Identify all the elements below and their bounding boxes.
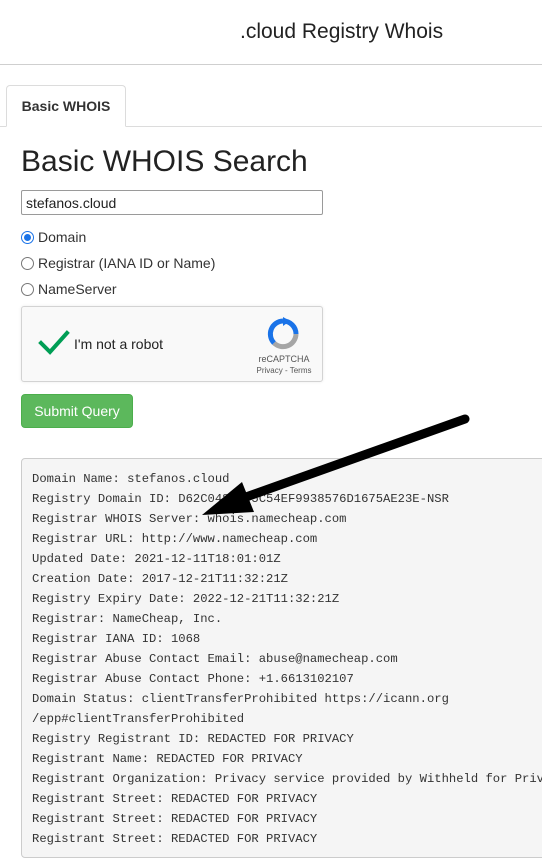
- whois-result-panel: Domain Name: stefanos.cloud Registry Doma…: [21, 458, 542, 858]
- whois-result-line: Registrant Street: REDACTED FOR PRIVACY: [32, 812, 318, 826]
- whois-result-line: Registrar Abuse Contact Email: abuse@nam…: [32, 652, 398, 666]
- page-header: .cloud Registry Whois: [0, 0, 542, 65]
- whois-result-line: Creation Date: 2017-12-21T11:32:21Z: [32, 572, 288, 586]
- whois-result-line: Registrar URL: http://www.namecheap.com: [32, 532, 318, 546]
- search-input[interactable]: [21, 190, 323, 215]
- whois-result-line: Registry Registrant ID: REDACTED FOR PRI…: [32, 732, 354, 746]
- header-title: .cloud Registry Whois: [240, 20, 444, 43]
- tab-basic-whois[interactable]: Basic WHOIS: [6, 85, 126, 127]
- whois-result-line: Registrar: NameCheap, Inc.: [32, 612, 223, 626]
- radio-nameserver[interactable]: NameServer: [21, 279, 117, 299]
- whois-result-line: Registrar IANA ID: 1068: [32, 632, 201, 646]
- radio-domain[interactable]: Domain: [21, 227, 86, 247]
- radio-domain-button[interactable]: [21, 230, 34, 244]
- whois-result-line: Updated Date: 2021-12-11T18:01:01Z: [32, 552, 281, 566]
- whois-result-lines: Domain Name: stefanos.cloud Registry Doma…: [32, 469, 542, 849]
- page-title: Basic WHOIS Search: [21, 145, 308, 178]
- recaptcha-brand: reCAPTCHA: [258, 354, 310, 364]
- checkmark-icon[interactable]: [38, 329, 70, 357]
- whois-result-line: Registrant Street: REDACTED FOR PRIVACY: [32, 792, 318, 806]
- radio-registrar-label: Registrar (IANA ID or Name): [38, 255, 216, 271]
- whois-result-line: Domain Name: stefanos.cloud: [32, 472, 230, 486]
- whois-result-line: /epp#clientTransferProhibited: [32, 712, 245, 726]
- whois-result-line: Registrant Organization: Privacy service…: [32, 772, 542, 786]
- radio-nameserver-button[interactable]: [21, 282, 34, 296]
- whois-result-line: Registrar Abuse Contact Phone: +1.661310…: [32, 672, 354, 686]
- radio-domain-label: Domain: [38, 229, 87, 245]
- submit-query-button[interactable]: Submit Query: [21, 394, 133, 428]
- radio-registrar-button[interactable]: [21, 256, 34, 270]
- recaptcha-privacy-terms[interactable]: Privacy - Terms: [252, 366, 316, 375]
- whois-result-line: Registry Expiry Date: 2022-12-21T11:32:2…: [32, 592, 340, 606]
- whois-result-line: Registry Domain ID: D62C0483175C54EF9938…: [32, 492, 449, 506]
- whois-result-line: Registrant Name: REDACTED FOR PRIVACY: [32, 752, 303, 766]
- recaptcha-logo-icon: [267, 317, 299, 350]
- whois-result-line: Registrar WHOIS Server: whois.namecheap.…: [32, 512, 347, 526]
- recaptcha-label: I'm not a robot: [74, 336, 164, 352]
- radio-nameserver-label: NameServer: [38, 281, 117, 297]
- whois-result-line: Domain Status: clientTransferProhibited …: [32, 692, 449, 706]
- radio-registrar[interactable]: Registrar (IANA ID or Name): [21, 253, 215, 273]
- whois-result-line: Registrant Street: REDACTED FOR PRIVACY: [32, 832, 318, 846]
- recaptcha-widget: I'm not a robot reCAPTCHA Privacy - Term…: [21, 306, 323, 382]
